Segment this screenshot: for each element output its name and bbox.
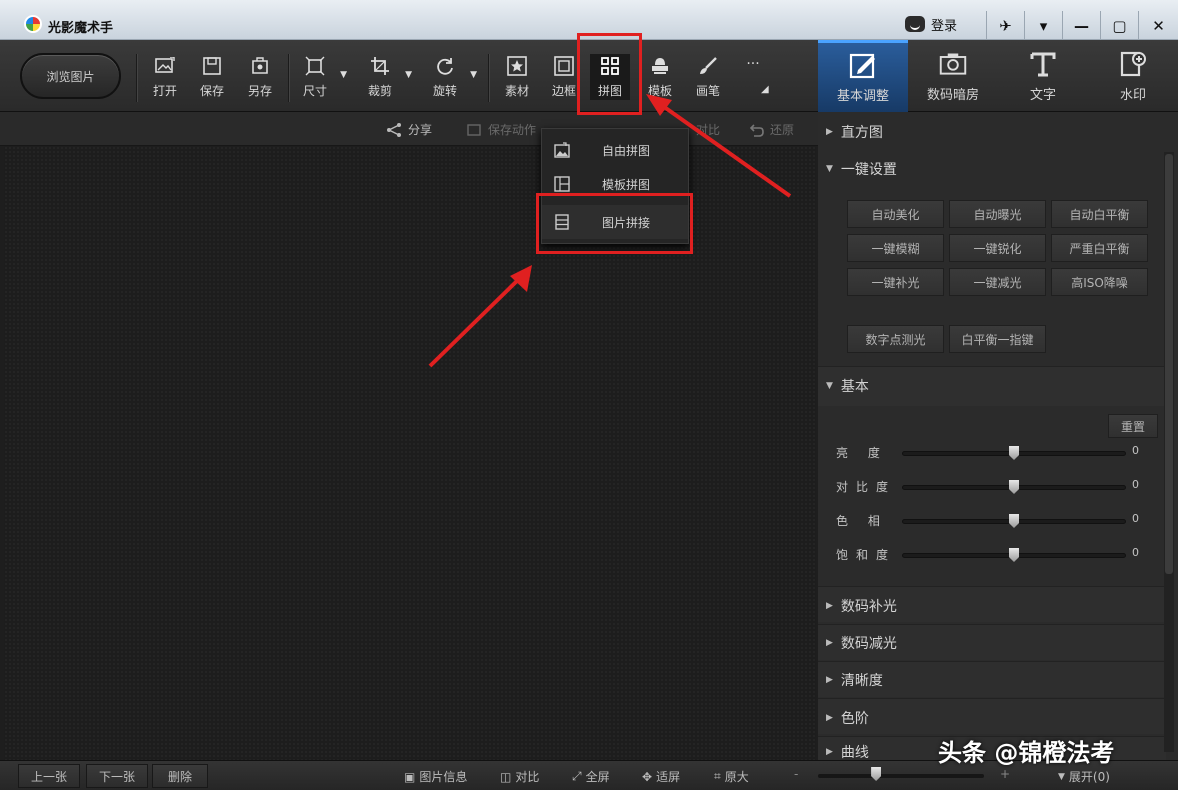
high-iso-denoise-button[interactable]: 高ISO降噪 xyxy=(1051,268,1148,296)
slider-knob[interactable] xyxy=(1009,480,1019,494)
slider-value: 0 xyxy=(1132,546,1139,559)
section-digital-reduce-light[interactable]: ▶ 数码减光 xyxy=(826,633,897,653)
chevron-right-icon: ▶ xyxy=(826,638,833,648)
panel-scrollbar[interactable] xyxy=(1164,152,1174,752)
slider-label: 对比度 xyxy=(836,480,897,494)
fit-screen-button[interactable]: ✥ 适屏 xyxy=(642,768,680,785)
fullscreen-label: 全屏 xyxy=(585,770,610,784)
slider-value: 0 xyxy=(1132,478,1139,491)
slider-value: 0 xyxy=(1132,444,1139,457)
section-levels[interactable]: ▶ 色阶 xyxy=(826,708,869,728)
white-balance-picker-button[interactable]: 白平衡一指键 xyxy=(949,325,1046,353)
basic-label: 基本 xyxy=(840,379,869,395)
hue-slider[interactable]: 色 相 0 xyxy=(836,512,1156,530)
auto-beautify-button[interactable]: 自动美化 xyxy=(847,200,944,228)
scrollbar-thumb[interactable] xyxy=(1165,154,1173,574)
reset-button[interactable]: 重置 xyxy=(1108,414,1158,438)
slider-label: 亮 度 xyxy=(836,446,888,460)
contrast-slider[interactable]: 对比度 0 xyxy=(836,478,1156,496)
image-info-label: 图片信息 xyxy=(419,770,468,784)
info-icon: ▣ xyxy=(404,769,416,784)
spot-metering-button[interactable]: 数字点测光 xyxy=(847,325,944,353)
brightness-slider[interactable]: 亮 度 0 xyxy=(836,444,1156,462)
section-basic-row xyxy=(818,366,1166,406)
section-label: 数码补光 xyxy=(840,599,897,615)
expand-button[interactable]: ▼ 展开(0) xyxy=(1058,768,1110,785)
section-basic[interactable]: ▼ 基本 xyxy=(826,376,869,396)
compare-label: 对比 xyxy=(515,770,540,784)
one-click-sharpen-button[interactable]: 一键锐化 xyxy=(949,234,1046,262)
slider-knob[interactable] xyxy=(1009,514,1019,528)
slider-value: 0 xyxy=(1132,512,1139,525)
auto-white-balance-button[interactable]: 自动白平衡 xyxy=(1051,200,1148,228)
saturation-slider[interactable]: 饱和度 0 xyxy=(836,546,1156,564)
chevron-right-icon: ▶ xyxy=(826,601,833,611)
chevron-down-icon: ▼ xyxy=(826,381,833,391)
strong-white-balance-button[interactable]: 严重白平衡 xyxy=(1051,234,1148,262)
one-click-blur-button[interactable]: 一键模糊 xyxy=(847,234,944,262)
next-image-button[interactable]: 下一张 xyxy=(86,764,148,788)
compare-icon: ◫ xyxy=(500,769,512,784)
original-size-button[interactable]: ⌗ 原大 xyxy=(714,768,749,785)
section-label: 色阶 xyxy=(840,711,869,727)
chevron-down-icon: ▼ xyxy=(826,164,833,174)
zoom-out-icon[interactable]: - xyxy=(794,767,798,781)
watermark-text: 头条 @锦橙法考 xyxy=(938,739,1115,767)
section-label: 数码减光 xyxy=(840,636,897,652)
section-label: 曲线 xyxy=(840,745,869,761)
fullscreen-icon: ⤢ xyxy=(572,769,582,783)
compare-button[interactable]: ◫ 对比 xyxy=(500,768,539,785)
slider-label: 饱和度 xyxy=(836,548,897,562)
section-curves[interactable]: ▶ 曲线 xyxy=(826,742,869,762)
one-click-label: 一键设置 xyxy=(840,162,897,178)
auto-exposure-button[interactable]: 自动曝光 xyxy=(949,200,1046,228)
chevron-right-icon: ▶ xyxy=(826,713,833,723)
section-row xyxy=(818,698,1166,734)
chevron-down-icon: ▼ xyxy=(1058,771,1065,782)
fit-label: 适屏 xyxy=(656,770,681,784)
section-label: 清晰度 xyxy=(840,673,883,689)
zoom-in-icon[interactable]: + xyxy=(1000,767,1010,781)
expand-label: 展开(0) xyxy=(1068,770,1110,784)
section-digital-fill-light[interactable]: ▶ 数码补光 xyxy=(826,596,897,616)
zoom-slider-track[interactable] xyxy=(818,774,984,778)
prev-image-button[interactable]: 上一张 xyxy=(18,764,80,788)
chevron-right-icon: ▶ xyxy=(826,747,833,757)
slider-knob[interactable] xyxy=(1009,446,1019,460)
slider-knob[interactable] xyxy=(1009,548,1019,562)
chevron-right-icon: ▶ xyxy=(826,127,833,137)
section-one-click[interactable]: ▼ 一键设置 xyxy=(826,159,897,179)
adjust-panel: ▶ 直方图 ▼ 一键设置 自动美化 自动曝光 自动白平衡 一键模糊 一键锐化 严… xyxy=(818,112,1178,762)
delete-button[interactable]: 删除 xyxy=(152,764,208,788)
section-histogram[interactable]: ▶ 直方图 xyxy=(826,122,883,142)
fit-icon: ✥ xyxy=(642,769,653,784)
arrow-to-collage xyxy=(646,94,792,198)
zoom-slider-knob[interactable] xyxy=(871,767,882,781)
original-size-icon: ⌗ xyxy=(714,769,721,783)
slider-label: 色 相 xyxy=(836,514,888,528)
section-clarity[interactable]: ▶ 清晰度 xyxy=(826,670,883,690)
original-label: 原大 xyxy=(724,770,749,784)
fullscreen-button[interactable]: ⤢ 全屏 xyxy=(572,768,610,785)
fill-light-button[interactable]: 一键补光 xyxy=(847,268,944,296)
histogram-label: 直方图 xyxy=(840,125,883,141)
arrow-to-stitch xyxy=(428,265,532,368)
reduce-light-button[interactable]: 一键减光 xyxy=(949,268,1046,296)
chevron-right-icon: ▶ xyxy=(826,675,833,685)
image-info-button[interactable]: ▣ 图片信息 xyxy=(404,768,467,785)
